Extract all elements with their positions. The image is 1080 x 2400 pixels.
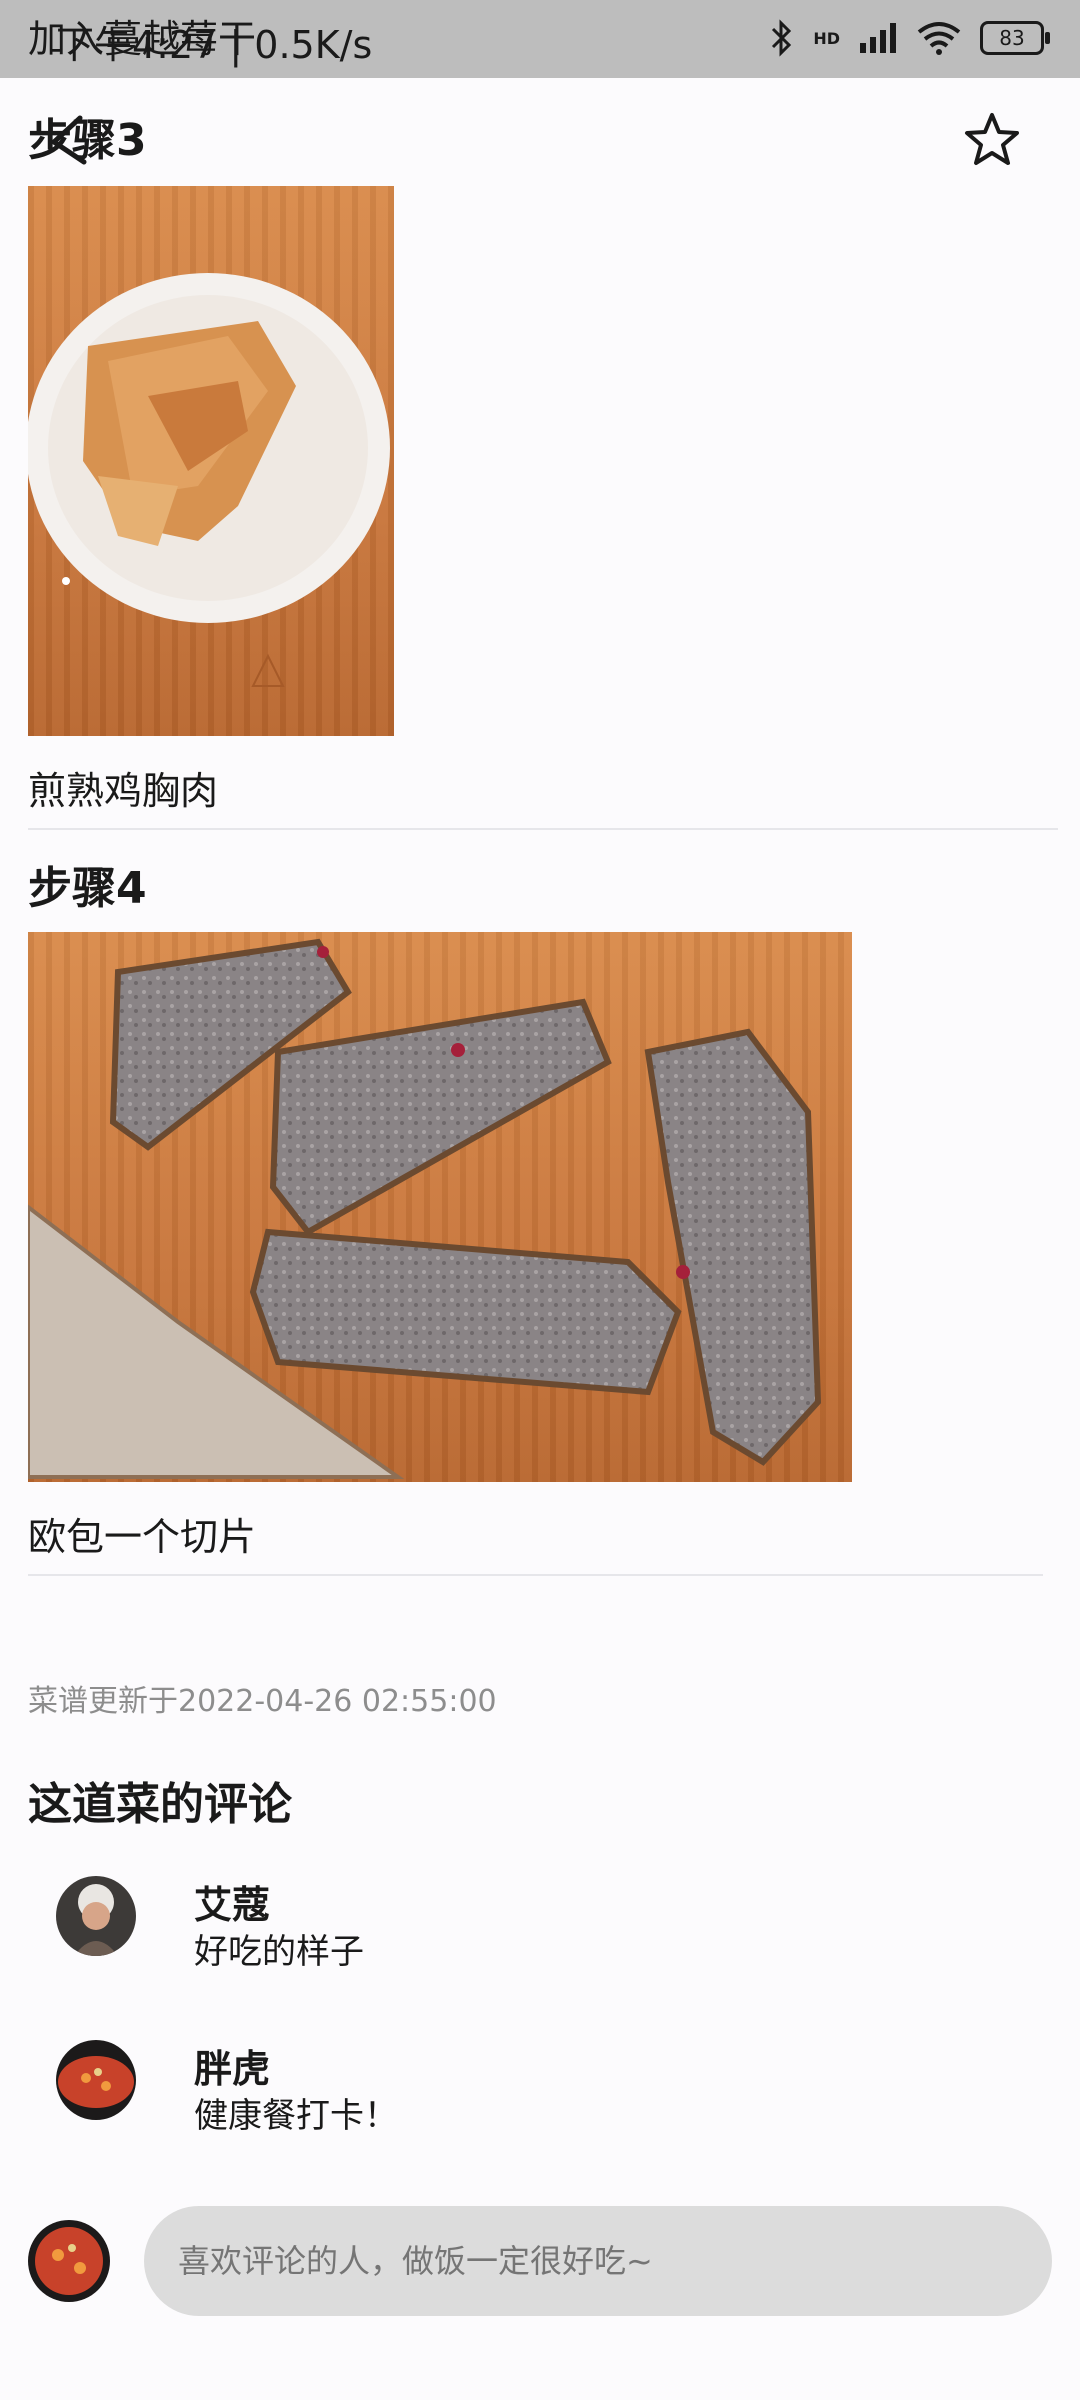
- step-4-title: 步骤4: [28, 863, 147, 914]
- network-type-label: HD: [813, 28, 840, 48]
- step-3-caption: 煎熟鸡胸肉: [28, 769, 219, 813]
- user-avatar-image: [56, 2040, 136, 2120]
- step-divider: [28, 1574, 1043, 1576]
- avatar[interactable]: [56, 1876, 136, 1956]
- bread-slices-illustration: [28, 938, 822, 1479]
- bluetooth-icon: [772, 19, 792, 57]
- status-icons: HD 83: [769, 18, 1050, 58]
- comments-section-title: 这道菜的评论: [28, 1779, 292, 1830]
- comment-input[interactable]: [144, 2206, 1052, 2316]
- signal-icon: [860, 23, 896, 53]
- comment-text: 好吃的样子: [194, 1932, 364, 1972]
- wifi-icon: [917, 22, 961, 55]
- avatar[interactable]: [56, 2040, 136, 2120]
- comment-input-bar: [0, 2202, 1080, 2322]
- battery-level: 83: [999, 26, 1025, 50]
- comment-item[interactable]: 艾蔻 好吃的样子: [0, 1862, 1080, 1972]
- step-3-title: 步骤3: [28, 115, 147, 166]
- overlay-step-caption: 加入蔓越莓干: [28, 17, 257, 61]
- comment-author[interactable]: 艾蔻: [194, 1874, 270, 1929]
- recipe-updated-time: 菜谱更新于2022-04-26 02:55:00: [28, 1684, 497, 1719]
- favorite-star-icon[interactable]: [962, 110, 1022, 170]
- comment-text: 健康餐打卡！: [194, 2096, 398, 2136]
- chicken-plate-illustration: [28, 273, 390, 687]
- comment-item[interactable]: 胖虎 健康餐打卡！: [0, 2026, 1080, 2136]
- comment-author[interactable]: 胖虎: [194, 2038, 270, 2093]
- step-4-caption: 欧包一个切片: [28, 1515, 257, 1559]
- step-4-photo[interactable]: [28, 932, 852, 1482]
- my-avatar-image: [28, 2220, 110, 2302]
- step-3-photo[interactable]: [28, 186, 394, 736]
- step-divider: [28, 828, 1058, 830]
- battery-icon: 83: [980, 21, 1050, 55]
- my-avatar[interactable]: [28, 2220, 110, 2302]
- user-avatar-image: [56, 1876, 136, 1956]
